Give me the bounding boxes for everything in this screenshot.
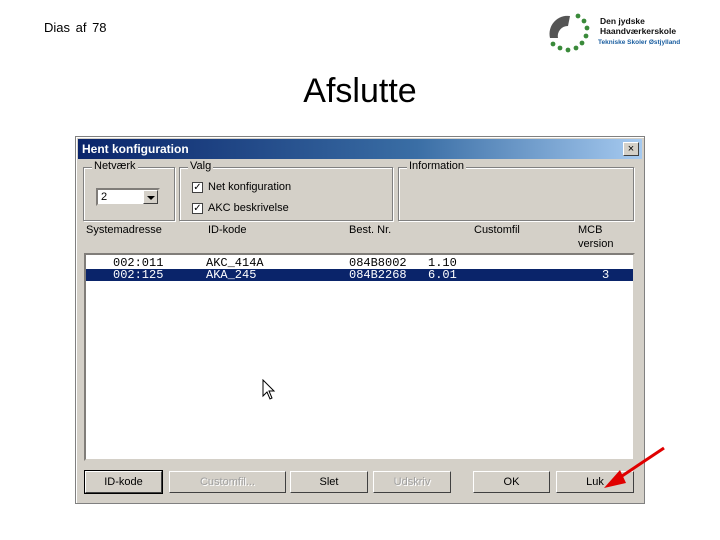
- network-combo[interactable]: 2: [96, 188, 160, 206]
- table-row-selected[interactable]: 002:125 AKA_245 084B2268 6.01 3: [86, 269, 633, 281]
- checkbox-checked-icon[interactable]: ✓: [192, 203, 203, 214]
- column-header-customfil: Customfil: [474, 224, 520, 236]
- logo-subtitle: Tekniske Skoler Østjylland: [598, 39, 681, 46]
- slet-button[interactable]: Slet: [290, 471, 368, 493]
- school-logo: Den jydske Haandværkerskole Tekniske Sko…: [544, 10, 686, 56]
- checkbox-label: Net konfiguration: [208, 181, 292, 193]
- column-header-mcb-version: MCB version: [578, 224, 614, 250]
- logo-emblem-icon: [549, 13, 590, 53]
- column-header-id-kode: ID-kode: [208, 224, 247, 236]
- group-information: Information: [398, 160, 634, 221]
- chevron-down-icon[interactable]: [143, 190, 158, 204]
- dialog-title: Hent konfiguration: [82, 142, 189, 156]
- group-information-label: Information: [407, 160, 467, 172]
- slide-counter: Dias af 78: [44, 20, 107, 35]
- group-valg: Valg ✓ Net konfiguration ✓ AKC beskrivel…: [179, 160, 393, 221]
- ok-button[interactable]: OK: [473, 471, 550, 493]
- cell-best-nr: 084B2268: [349, 268, 407, 282]
- group-netvaerk: Netværk 2: [83, 160, 175, 221]
- module-listbox[interactable]: 002:011 AKC_414A 084B8002 1.10 002:125 A…: [84, 253, 635, 461]
- cell-address: 002:125: [113, 268, 164, 282]
- column-header-systemadresse: Systemadresse: [86, 224, 162, 236]
- network-combo-value: 2: [101, 191, 108, 203]
- udskriv-button[interactable]: Udskriv: [373, 471, 451, 493]
- checkbox-checked-icon[interactable]: ✓: [192, 182, 203, 193]
- slide-title: Afslutte: [303, 72, 417, 110]
- luk-button[interactable]: Luk: [556, 471, 634, 493]
- logo-name: Den jydske Haandværkerskole: [600, 16, 677, 36]
- customfil-button[interactable]: Customfil...: [169, 471, 286, 493]
- config-dialog: Hent konfiguration × Netværk 2 Valg ✓ Ne…: [75, 136, 645, 504]
- checkbox-label: AKC beskrivelse: [208, 202, 289, 214]
- column-header-best-nr: Best. Nr.: [349, 224, 392, 236]
- cell-version: 6.01: [428, 268, 457, 282]
- cell-id-code: AKA_245: [206, 268, 257, 282]
- close-icon: ×: [627, 143, 635, 155]
- cell-mcb: 3: [602, 268, 610, 282]
- dialog-titlebar[interactable]: Hent konfiguration ×: [78, 139, 642, 159]
- close-button[interactable]: ×: [623, 142, 639, 156]
- group-valg-label: Valg: [188, 160, 214, 172]
- id-kode-button[interactable]: ID-kode: [84, 470, 163, 494]
- group-netvaerk-label: Netværk: [92, 160, 138, 172]
- mouse-pointer-icon: [262, 379, 276, 400]
